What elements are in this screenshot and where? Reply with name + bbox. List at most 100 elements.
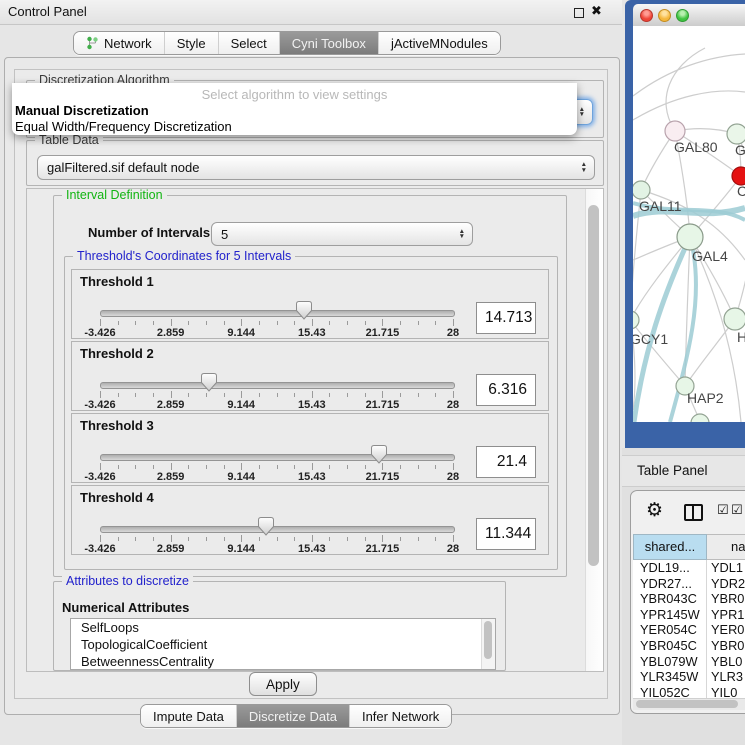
tab-impute-data[interactable]: Impute Data: [141, 705, 236, 727]
tick-mark: [435, 321, 436, 325]
network-canvas[interactable]: GAL80GACGAL11GAL4GCY1HHAP2: [633, 26, 745, 422]
scrollbar-thumb[interactable]: [636, 700, 738, 708]
tab-label: Infer Network: [362, 709, 439, 724]
threshold-value-field[interactable]: 6.316: [476, 374, 536, 406]
traffic-light-zoom-icon[interactable]: [676, 9, 689, 22]
tick-label: -3.426: [84, 399, 115, 411]
scrollbar-thumb[interactable]: [484, 621, 492, 659]
tick-mark: [171, 463, 172, 470]
cell-name: YER0: [707, 622, 744, 638]
attribute-list-item[interactable]: SelfLoops: [71, 619, 495, 636]
scrollbar-thumb[interactable]: [588, 205, 599, 566]
slider-track[interactable]: [100, 310, 455, 317]
slider-thumb[interactable]: [201, 373, 217, 392]
network-node-label: GCY1: [633, 331, 668, 347]
slider-track[interactable]: [100, 454, 455, 461]
tick-mark: [329, 393, 330, 397]
network-edge[interactable]: [735, 134, 745, 319]
popup-option[interactable]: Equal Width/Frequency Discretization: [12, 119, 577, 135]
main-vertical-scrollbar[interactable]: [585, 189, 603, 671]
checkbox-icon[interactable]: ☑: [731, 502, 743, 518]
tick-mark: [259, 321, 260, 325]
network-edge[interactable]: [633, 54, 745, 96]
number-of-intervals-combobox[interactable]: 5 ▲▼: [211, 222, 473, 246]
checkbox-icon[interactable]: ☑: [717, 502, 729, 518]
network-node[interactable]: [677, 224, 703, 250]
table-row[interactable]: YBR043CYBR0: [633, 591, 745, 607]
popup-option[interactable]: Manual Discretization: [12, 103, 577, 119]
tab-infer-network[interactable]: Infer Network: [349, 705, 451, 727]
column-header-name[interactable]: na: [707, 534, 745, 560]
numerical-attributes-list[interactable]: SelfLoopsTopologicalCoefficientBetweenne…: [70, 618, 496, 670]
network-node[interactable]: [633, 181, 650, 199]
table-row[interactable]: YPR145WYPR1: [633, 607, 745, 623]
network-tab-icon: [86, 36, 99, 50]
tick-mark: [365, 537, 366, 541]
network-node[interactable]: [691, 414, 709, 422]
apply-button[interactable]: Apply: [249, 672, 317, 696]
table-header[interactable]: shared... na: [633, 534, 745, 560]
tick-mark: [329, 465, 330, 469]
threshold-value-field[interactable]: 11.344: [476, 518, 536, 550]
cell-name: YLR3: [707, 669, 743, 685]
attribute-list-item[interactable]: BetweennessCentrality: [71, 653, 495, 670]
tab-cyni-toolbox[interactable]: Cyni Toolbox: [279, 32, 378, 54]
threshold-value-field[interactable]: 21.4: [476, 446, 536, 478]
tick-mark: [294, 393, 295, 397]
network-edge[interactable]: [633, 91, 745, 120]
slider-thumb[interactable]: [296, 301, 312, 320]
table-row[interactable]: YDL19...YDL1: [633, 560, 745, 576]
tab-jactivemnodules[interactable]: jActiveMNodules: [378, 32, 500, 54]
table-row[interactable]: YBR045CYBR0: [633, 638, 745, 654]
table-body: YDL19...YDL1YDR27...YDR2YBR043CYBR0YPR14…: [633, 560, 745, 700]
group-title-attributes: Attributes to discretize: [62, 574, 193, 588]
table-row[interactable]: YLR345WYLR3: [633, 669, 745, 685]
threshold-value-field[interactable]: 14.713: [476, 302, 536, 334]
tick-label: 28: [447, 399, 459, 411]
tick-mark: [153, 321, 154, 325]
tab-label: Discretize Data: [249, 709, 337, 724]
tick-mark: [224, 537, 225, 541]
cell-shared-name: YBR045C: [633, 638, 707, 654]
tab-discretize-data[interactable]: Discretize Data: [236, 705, 349, 727]
tick-mark: [224, 465, 225, 469]
table-row[interactable]: YER054CYER0: [633, 622, 745, 638]
network-edge[interactable]: [666, 48, 705, 131]
tick-mark: [277, 537, 278, 541]
gear-icon[interactable]: ⚙: [646, 499, 663, 522]
table-horizontal-scrollbar[interactable]: [633, 698, 745, 710]
group-title-interval-definition: Interval Definition: [62, 188, 167, 202]
table-data-group: Table Data galFiltered.sif default node …: [26, 140, 604, 186]
tick-mark: [259, 393, 260, 397]
number-of-intervals-label: Number of Intervals: [88, 225, 210, 240]
tick-mark: [100, 319, 101, 326]
table-row[interactable]: YBL079WYBL0: [633, 654, 745, 670]
column-header-shared[interactable]: shared...: [633, 534, 707, 560]
attributes-list-scrollbar[interactable]: [481, 619, 495, 669]
slider-track[interactable]: [100, 382, 455, 389]
tab-select[interactable]: Select: [218, 32, 279, 54]
traffic-light-close-icon[interactable]: [640, 9, 653, 22]
tick-mark: [365, 465, 366, 469]
network-node[interactable]: [665, 121, 685, 141]
table-data-combobox[interactable]: galFiltered.sif default node ▲▼: [37, 155, 595, 180]
table-row[interactable]: YDR27...YDR2: [633, 576, 745, 592]
slider-thumb[interactable]: [371, 445, 387, 464]
cell-name: YPR1: [707, 607, 744, 623]
tick-label: 9.144: [227, 471, 255, 483]
tab-style[interactable]: Style: [164, 32, 218, 54]
traffic-light-minimize-icon[interactable]: [658, 9, 671, 22]
cell-name: YBL0: [707, 654, 742, 670]
close-icon[interactable]: ✖: [591, 3, 602, 19]
slider-thumb[interactable]: [258, 517, 274, 536]
network-node[interactable]: [633, 311, 639, 329]
float-window-icon[interactable]: [574, 8, 584, 18]
split-view-icon[interactable]: [684, 504, 703, 521]
slider-track[interactable]: [100, 526, 455, 533]
network-node[interactable]: [724, 308, 745, 330]
tab-network[interactable]: Network: [74, 32, 164, 54]
tick-mark: [118, 321, 119, 325]
tick-label: 2.859: [157, 543, 185, 555]
network-node[interactable]: [727, 124, 745, 144]
attribute-list-item[interactable]: TopologicalCoefficient: [71, 636, 495, 653]
